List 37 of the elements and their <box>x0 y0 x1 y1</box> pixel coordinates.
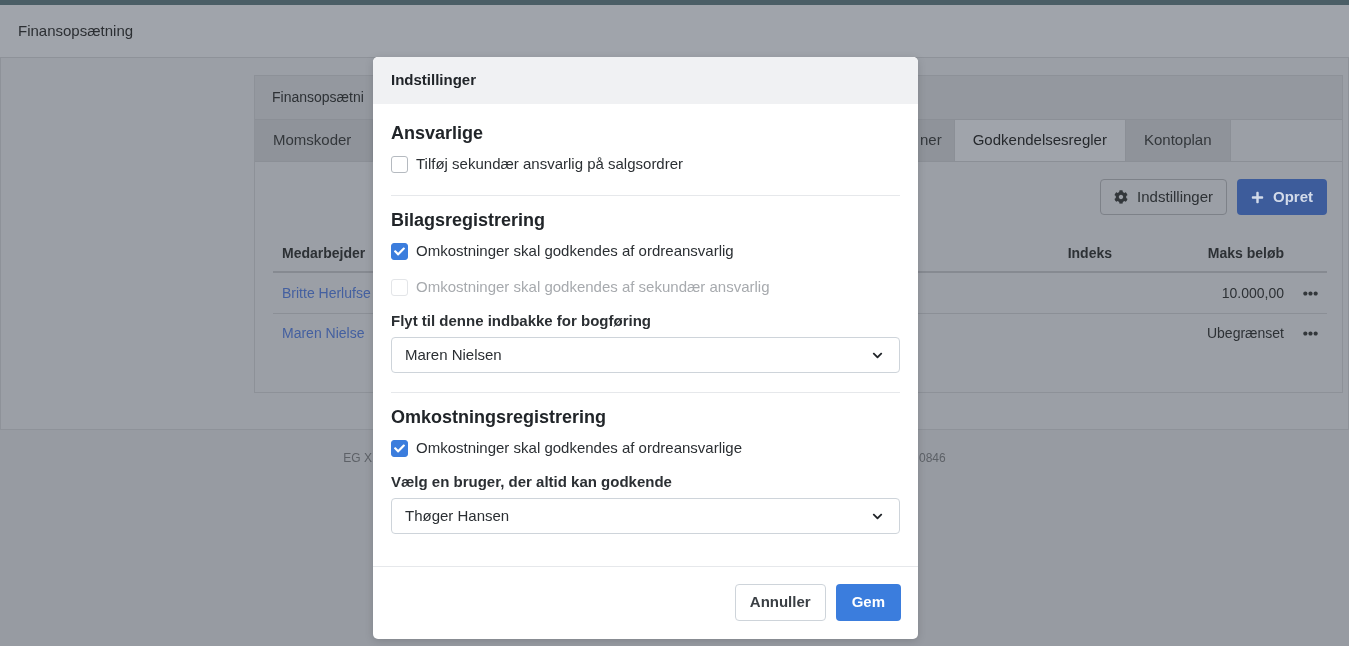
column-header: Maks beløb <box>1207 244 1284 263</box>
card-title: Finansopsætni <box>272 88 364 107</box>
cancel-button[interactable]: Annuller <box>734 584 826 621</box>
footer-text: 0846 <box>919 450 946 467</box>
employee-link[interactable]: Britte Herlufse <box>282 284 371 301</box>
checkbox[interactable] <box>391 242 408 260</box>
checkbox-label: Omkostninger skal godkendes af ordreansvarlig <box>416 240 734 261</box>
dropdown-field[interactable]: Maren Nielsen <box>391 337 900 373</box>
settings-button[interactable]: Indstillinger <box>1100 179 1227 215</box>
table-cell-text: 10.000,00 <box>1221 283 1284 303</box>
plus-icon <box>1251 190 1264 204</box>
settings-icon <box>1114 190 1129 204</box>
create-button[interactable]: Opret <box>1237 179 1327 215</box>
field-label: Flyt til denne indbakke for bogføring <box>391 311 651 331</box>
checkbox[interactable] <box>391 439 408 457</box>
table-cell-text: Ubegrænset <box>1206 324 1284 343</box>
tab[interactable]: Momskoder <box>255 120 373 161</box>
field-label: Vælg en bruger, der altid kan godkende <box>391 472 672 492</box>
tab[interactable]: Kontoplan <box>1125 120 1231 161</box>
checkbox[interactable] <box>391 155 408 173</box>
save-button[interactable]: Gem <box>835 584 901 621</box>
tab[interactable]: ner <box>918 120 955 161</box>
dialog-title: Indstillinger <box>391 70 476 91</box>
section-heading: Omkostningsregistrering <box>391 406 607 429</box>
column-header: Indeks <box>1067 244 1112 263</box>
employee-link[interactable]: Maren Nielse <box>282 325 365 341</box>
dropdown-field[interactable]: Thøger Hansen <box>391 498 900 534</box>
page-title: Finansopsætning <box>18 20 134 41</box>
column-header: Medarbejder <box>282 244 366 263</box>
checkbox-label: Tilføj sekundær ansvarlig på salgsordrer <box>416 153 684 174</box>
section-heading: Ansvarlige <box>391 122 484 145</box>
checkbox-label: Omkostninger skal godkendes af sekundær ansvarlig <box>416 276 770 297</box>
tab[interactable]: Godkendelsesregler <box>954 120 1126 161</box>
check-icon <box>394 245 405 257</box>
checkbox-label: Omkostninger skal godkendes af ordreansvarlige <box>416 437 742 458</box>
check-icon <box>394 442 405 454</box>
section-heading: Bilagsregistrering <box>391 209 546 232</box>
